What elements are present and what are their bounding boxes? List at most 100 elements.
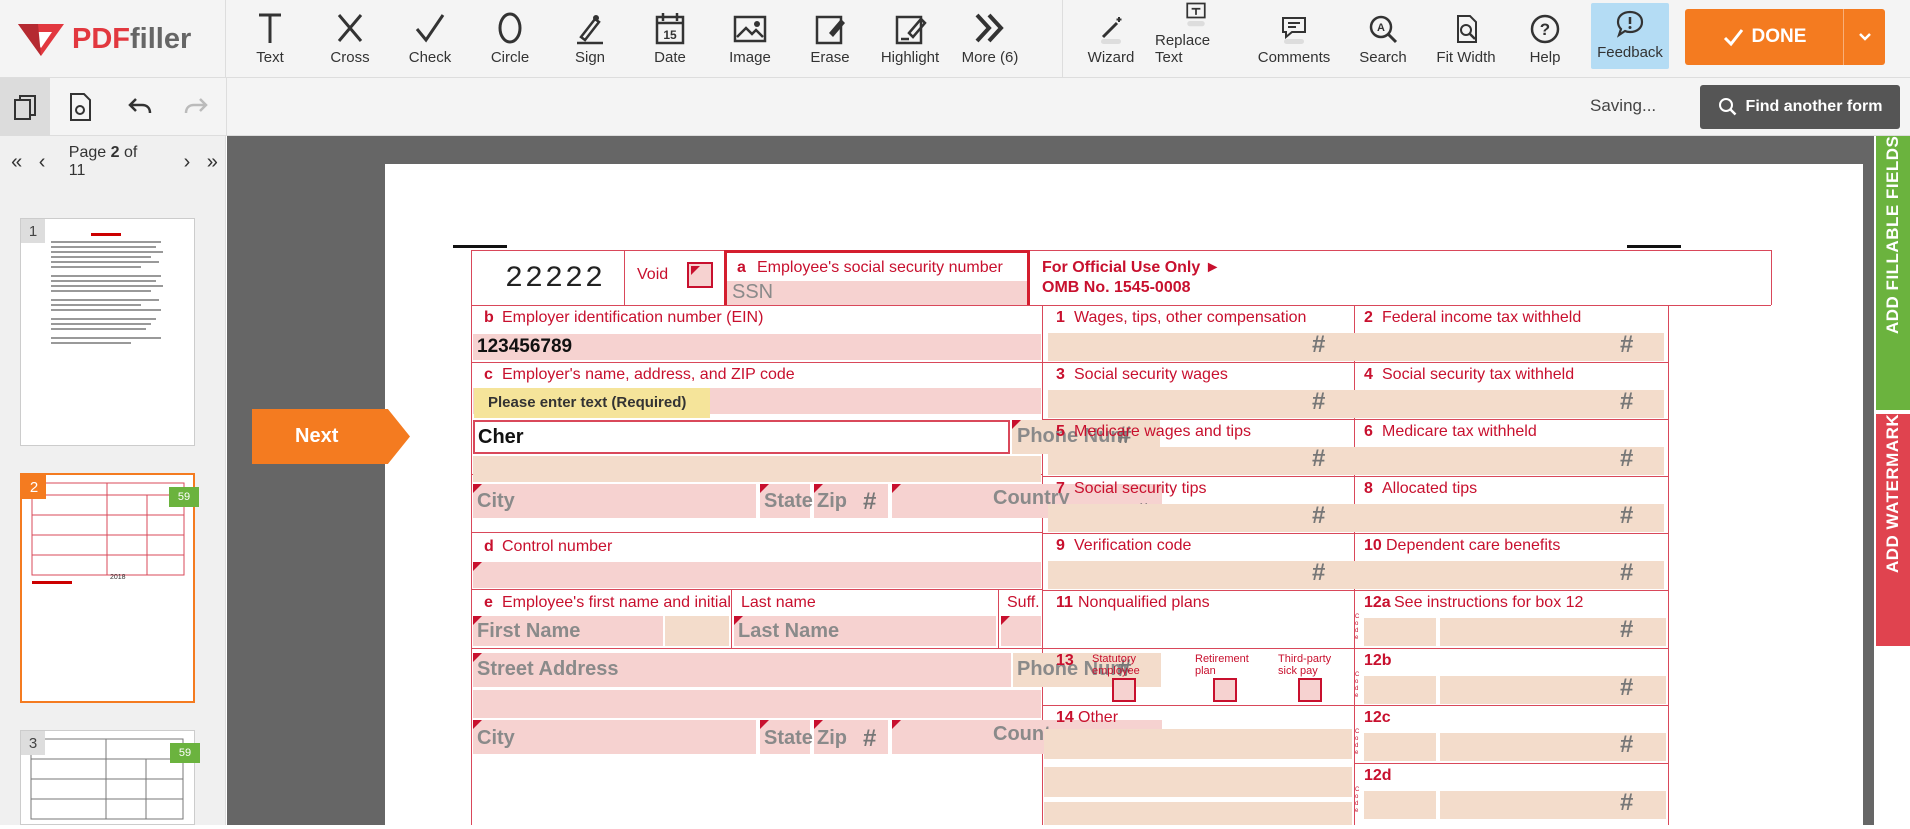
double-chevron-right-icon	[975, 13, 1004, 43]
box-1-input[interactable]	[1048, 333, 1356, 361]
employer-name-input[interactable]: Cher	[473, 420, 1010, 454]
search-button[interactable]: A Search	[1342, 0, 1424, 78]
next-page-button[interactable]: ›	[174, 151, 199, 174]
document-settings-button[interactable]	[52, 78, 108, 136]
box14-input-3[interactable]	[1044, 802, 1352, 825]
number-field-icon: #	[1312, 388, 1326, 415]
ssn-field[interactable]: a Employee's social security number SSN	[724, 250, 1030, 305]
add-fillable-fields-tab[interactable]: ADD FILLABLE FIELDS	[1876, 136, 1910, 410]
box-letter: b	[484, 309, 494, 326]
box-8-input[interactable]	[1356, 504, 1664, 532]
box-4-input[interactable]	[1356, 390, 1664, 418]
retirement-plan-label: Retirement plan	[1195, 653, 1249, 677]
fields-count-badge: 59	[170, 743, 200, 763]
erase-tool-button[interactable]: Erase	[790, 0, 870, 78]
first-page-button[interactable]: «	[4, 151, 29, 174]
date-tool-button[interactable]: 15 Date	[630, 0, 710, 78]
box-7-input[interactable]	[1048, 504, 1356, 532]
box-10-input[interactable]	[1356, 561, 1664, 589]
retirement-plan-checkbox[interactable]	[1213, 678, 1237, 702]
box-number: 8	[1364, 480, 1373, 497]
find-another-form-button[interactable]: Find another form	[1700, 85, 1900, 129]
initial-input[interactable]	[665, 616, 729, 646]
text-icon	[259, 13, 281, 43]
next-label: Next	[295, 425, 339, 447]
done-button[interactable]: DONE	[1685, 9, 1885, 65]
search-icon	[1718, 98, 1736, 116]
replace-text-button[interactable]: Replace Text	[1146, 0, 1246, 78]
box-12b-code-input[interactable]	[1364, 676, 1436, 704]
tool-label: Text	[256, 49, 284, 66]
city-input-1[interactable]	[473, 484, 756, 518]
box-3-input[interactable]	[1048, 390, 1356, 418]
comments-button[interactable]: Comments	[1246, 0, 1342, 78]
city-placeholder: City	[477, 490, 515, 512]
done-dropdown-button[interactable]	[1844, 32, 1885, 42]
suffix-label: Suff.	[1007, 594, 1040, 611]
box-5-input[interactable]	[1048, 447, 1356, 475]
void-checkbox[interactable]	[687, 262, 713, 288]
city-input-2[interactable]	[473, 720, 756, 754]
pages-panel-button[interactable]	[0, 78, 50, 136]
add-watermark-tab[interactable]: ADD WATERMARK	[1876, 414, 1910, 646]
box14-input-1[interactable]	[1044, 729, 1352, 759]
page-thumbnail-2[interactable]: 2 59 2018	[20, 473, 199, 703]
next-field-button[interactable]: Next	[252, 409, 410, 464]
void-label: Void	[637, 266, 669, 283]
sign-icon	[577, 15, 603, 45]
control-number-input[interactable]	[473, 562, 1041, 588]
text-tool-button[interactable]: Text	[230, 0, 310, 78]
box-9-input[interactable]	[1048, 561, 1356, 589]
box-number: 7	[1056, 480, 1065, 497]
secondary-toolbar: Saving... Find another form	[0, 78, 1910, 136]
box-12d-code-input[interactable]	[1364, 791, 1436, 819]
tool-label: Comments	[1257, 49, 1331, 66]
sign-tool-button[interactable]: Sign	[550, 0, 630, 78]
tool-label: Circle	[490, 49, 530, 66]
redo-button[interactable]	[168, 78, 224, 136]
box-12a-code-input[interactable]	[1364, 618, 1436, 646]
wizard-button[interactable]: Wizard	[1076, 0, 1146, 78]
feedback-button[interactable]: Feedback	[1591, 3, 1669, 69]
undo-button[interactable]	[112, 78, 168, 136]
cross-tool-button[interactable]: Cross	[310, 0, 390, 78]
help-icon: ?	[1530, 14, 1560, 44]
box-12c-code-input[interactable]	[1364, 733, 1436, 761]
chevron-down-icon	[1858, 33, 1871, 41]
thumbnail-number: 1	[21, 219, 45, 243]
last-page-button[interactable]: »	[200, 151, 225, 174]
number-field-icon: #	[1620, 731, 1634, 758]
circle-tool-button[interactable]: Circle	[470, 0, 550, 78]
statutory-employee-label: Statutory employee	[1092, 653, 1140, 677]
fit-width-button[interactable]: Fit Width	[1424, 0, 1508, 78]
tool-label: Highlight	[880, 49, 940, 66]
page-thumbnail-3[interactable]: 3 59	[20, 730, 200, 825]
statutory-employee-checkbox[interactable]	[1112, 678, 1136, 702]
box-label: Verification code	[1074, 537, 1192, 554]
done-label: DONE	[1751, 26, 1807, 47]
number-field-icon: #	[1312, 331, 1326, 358]
box-2-input[interactable]	[1356, 333, 1664, 361]
page-thumbnail-1[interactable]: 1	[20, 218, 195, 446]
tool-label: Fit Width	[1436, 49, 1496, 66]
image-tool-button[interactable]: Image	[710, 0, 790, 78]
find-form-label: Find another form	[1745, 98, 1883, 115]
state-placeholder: State	[764, 727, 813, 749]
box14-input-2[interactable]	[1044, 767, 1352, 797]
number-field-icon: #	[1620, 445, 1634, 472]
help-button[interactable]: ? Help	[1508, 0, 1582, 78]
number-field-icon: #	[1312, 502, 1326, 529]
top-toolbar: PDFfiller Text Cross Check Circle Sign 1…	[0, 0, 1910, 78]
control-number-label: Control number	[502, 538, 613, 555]
prev-page-button[interactable]: ‹	[29, 151, 54, 174]
check-tool-button[interactable]: Check	[390, 0, 470, 78]
w2-form-page: 22222 Void a Employee's social security …	[385, 164, 1863, 825]
more-tools-button[interactable]: More (6)	[950, 0, 1030, 78]
search-icon: A	[1369, 15, 1398, 44]
eraser-icon	[815, 15, 845, 45]
third-party-sick-pay-checkbox[interactable]	[1298, 678, 1322, 702]
suffix-input[interactable]	[1001, 616, 1041, 646]
box-6-input[interactable]	[1356, 447, 1664, 475]
highlight-tool-button[interactable]: Highlight	[870, 0, 950, 78]
pdffiller-logo[interactable]: PDFfiller	[0, 0, 226, 78]
